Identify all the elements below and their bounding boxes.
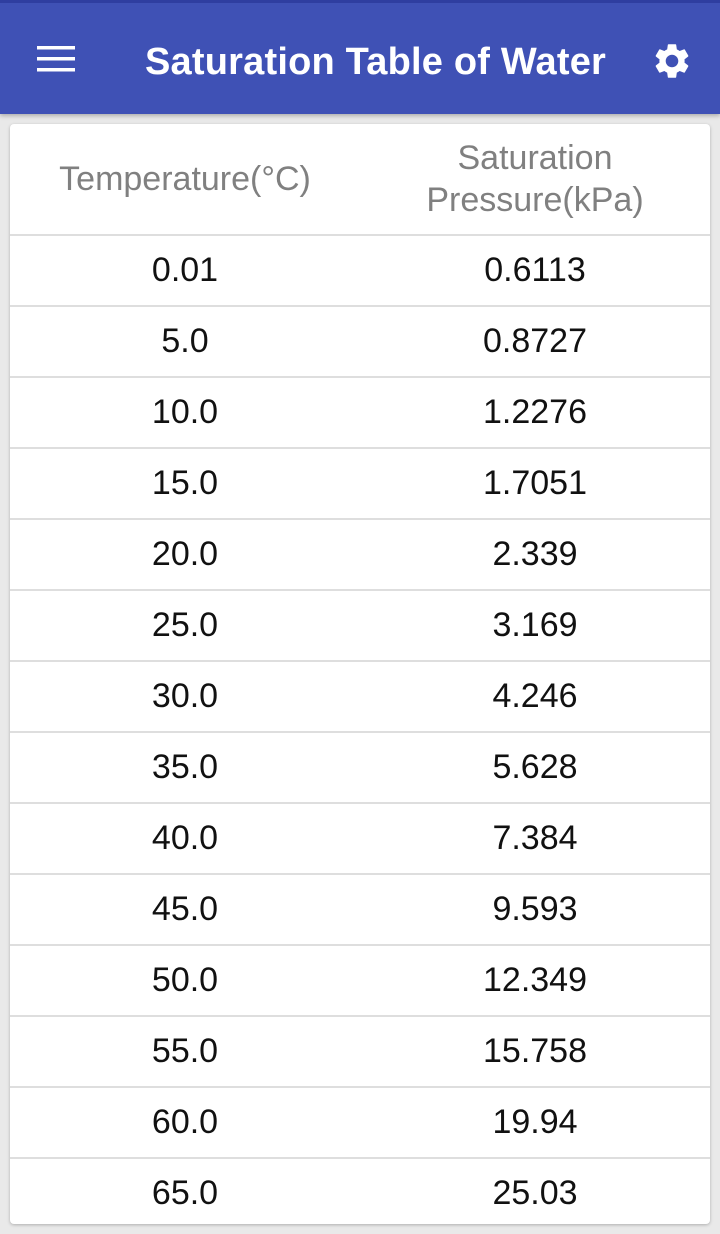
pressure-header-line1: Saturation — [457, 139, 613, 177]
temperature-cell: 60.0 — [151, 1103, 219, 1141]
temperature-cell: 45.0 — [151, 890, 219, 928]
pressure-column-header: Saturation Pressure(kPa) — [360, 124, 710, 234]
settings-button[interactable] — [638, 27, 706, 95]
temperature-cell: 10.0 — [151, 393, 219, 431]
temperature-cell: 25.0 — [151, 606, 219, 644]
table-row[interactable]: 10.0 1.2276 — [10, 378, 710, 449]
pressure-cell: 15.758 — [483, 1032, 587, 1070]
temperature-cell: 30.0 — [151, 677, 219, 715]
menu-button[interactable] — [22, 25, 90, 93]
pressure-cell: 0.6113 — [484, 251, 586, 289]
temperature-cell: 35.0 — [151, 748, 219, 786]
table-row[interactable]: 35.0 5.628 — [10, 733, 710, 804]
pressure-cell: 1.7051 — [483, 464, 587, 502]
pressure-cell: 0.8727 — [483, 322, 587, 360]
table-row[interactable]: 20.0 2.339 — [10, 520, 710, 591]
temperature-cell: 0.01 — [151, 251, 219, 289]
pressure-cell: 1.2276 — [483, 393, 587, 431]
table-row[interactable]: 55.0 15.758 — [10, 1017, 710, 1088]
hamburger-menu-icon — [37, 46, 75, 72]
pressure-cell: 9.593 — [492, 890, 578, 928]
temperature-cell: 5.0 — [161, 322, 209, 360]
table-row[interactable]: 5.0 0.8727 — [10, 307, 710, 378]
table-row[interactable]: 45.0 9.593 — [10, 875, 710, 946]
pressure-cell: 3.169 — [492, 606, 578, 644]
temperature-cell: 40.0 — [151, 819, 219, 857]
gear-icon — [655, 44, 689, 78]
table-row[interactable]: 30.0 4.246 — [10, 662, 710, 733]
pressure-cell: 19.94 — [492, 1103, 578, 1141]
pressure-cell: 2.339 — [492, 535, 578, 573]
table-row[interactable]: 15.0 1.7051 — [10, 449, 710, 520]
temperature-cell: 55.0 — [151, 1032, 219, 1070]
table-row[interactable]: 40.0 7.384 — [10, 804, 710, 875]
pressure-cell: 5.628 — [492, 748, 578, 786]
table-row[interactable]: 25.0 3.169 — [10, 591, 710, 662]
table-header-row: Temperature(°C) Saturation Pressure(kPa) — [10, 124, 710, 236]
table-row[interactable]: 0.01 0.6113 — [10, 236, 710, 307]
app-bar: Saturation Table of Water — [0, 0, 720, 114]
table-row[interactable]: 65.0 25.03 — [10, 1159, 710, 1224]
table-row[interactable]: 60.0 19.94 — [10, 1088, 710, 1159]
temperature-cell: 20.0 — [151, 535, 219, 573]
pressure-cell: 4.246 — [492, 677, 578, 715]
temperature-cell: 65.0 — [151, 1174, 219, 1212]
temperature-column-header: Temperature(°C) — [59, 160, 311, 198]
saturation-table: Temperature(°C) Saturation Pressure(kPa)… — [10, 124, 710, 1224]
pressure-header-line2: Pressure(kPa) — [426, 181, 644, 219]
table-row[interactable]: 50.0 12.349 — [10, 946, 710, 1017]
temperature-cell: 15.0 — [151, 464, 219, 502]
temperature-cell: 50.0 — [151, 961, 219, 999]
pressure-cell: 7.384 — [492, 819, 578, 857]
pressure-cell: 25.03 — [492, 1174, 578, 1212]
page-title: Saturation Table of Water — [145, 41, 607, 83]
pressure-cell: 12.349 — [483, 961, 587, 999]
